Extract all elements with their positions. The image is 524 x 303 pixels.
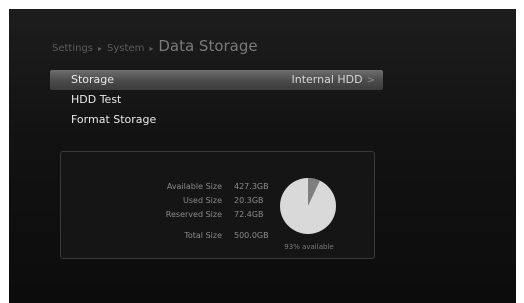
menu-item-format-storage[interactable]: Format Storage: [50, 110, 383, 130]
breadcrumb-separator-icon: ▸: [98, 44, 103, 53]
breadcrumb-item-system: System: [107, 43, 145, 54]
info-row-used: Used Size 20.3GB: [61, 196, 301, 208]
breadcrumb: Settings ▸ System ▸ Data Storage: [52, 37, 258, 55]
info-label: Total Size: [184, 231, 222, 240]
info-row-reserved: Reserved Size 72.4GB: [61, 210, 301, 222]
storage-selector[interactable]: Internal HDD >: [292, 70, 376, 91]
info-label: Used Size: [183, 196, 222, 205]
info-label: Available Size: [166, 182, 222, 191]
info-label: Reserved Size: [165, 210, 222, 219]
info-row-available: Available Size 427.3GB: [61, 182, 301, 194]
pie-caption: 93% available: [284, 243, 334, 251]
breadcrumb-separator-icon: ▸: [149, 44, 154, 53]
storage-menu: Storage Internal HDD > HDD Test Format St…: [50, 70, 383, 130]
storage-pie-chart: [280, 178, 336, 234]
info-value: 20.3GB: [234, 196, 264, 205]
chevron-right-icon: >: [366, 75, 375, 86]
menu-item-label: Format Storage: [71, 113, 157, 126]
info-value: 427.3GB: [234, 182, 269, 191]
page-title: Data Storage: [158, 37, 258, 55]
storage-info-panel: Available Size 427.3GB Used Size 20.3GB …: [60, 151, 375, 259]
info-row-total: Total Size 500.0GB: [61, 231, 301, 243]
menu-item-storage[interactable]: Storage Internal HDD >: [50, 70, 383, 90]
storage-value: Internal HDD: [291, 73, 363, 86]
menu-item-label: Storage: [71, 73, 115, 86]
tv-screen: Settings ▸ System ▸ Data Storage Storage…: [9, 9, 516, 303]
menu-item-label: HDD Test: [71, 93, 122, 106]
menu-item-hdd-test[interactable]: HDD Test: [50, 90, 383, 110]
breadcrumb-item-settings: Settings: [52, 43, 94, 54]
info-value: 72.4GB: [234, 210, 264, 219]
info-value: 500.0GB: [234, 231, 269, 240]
